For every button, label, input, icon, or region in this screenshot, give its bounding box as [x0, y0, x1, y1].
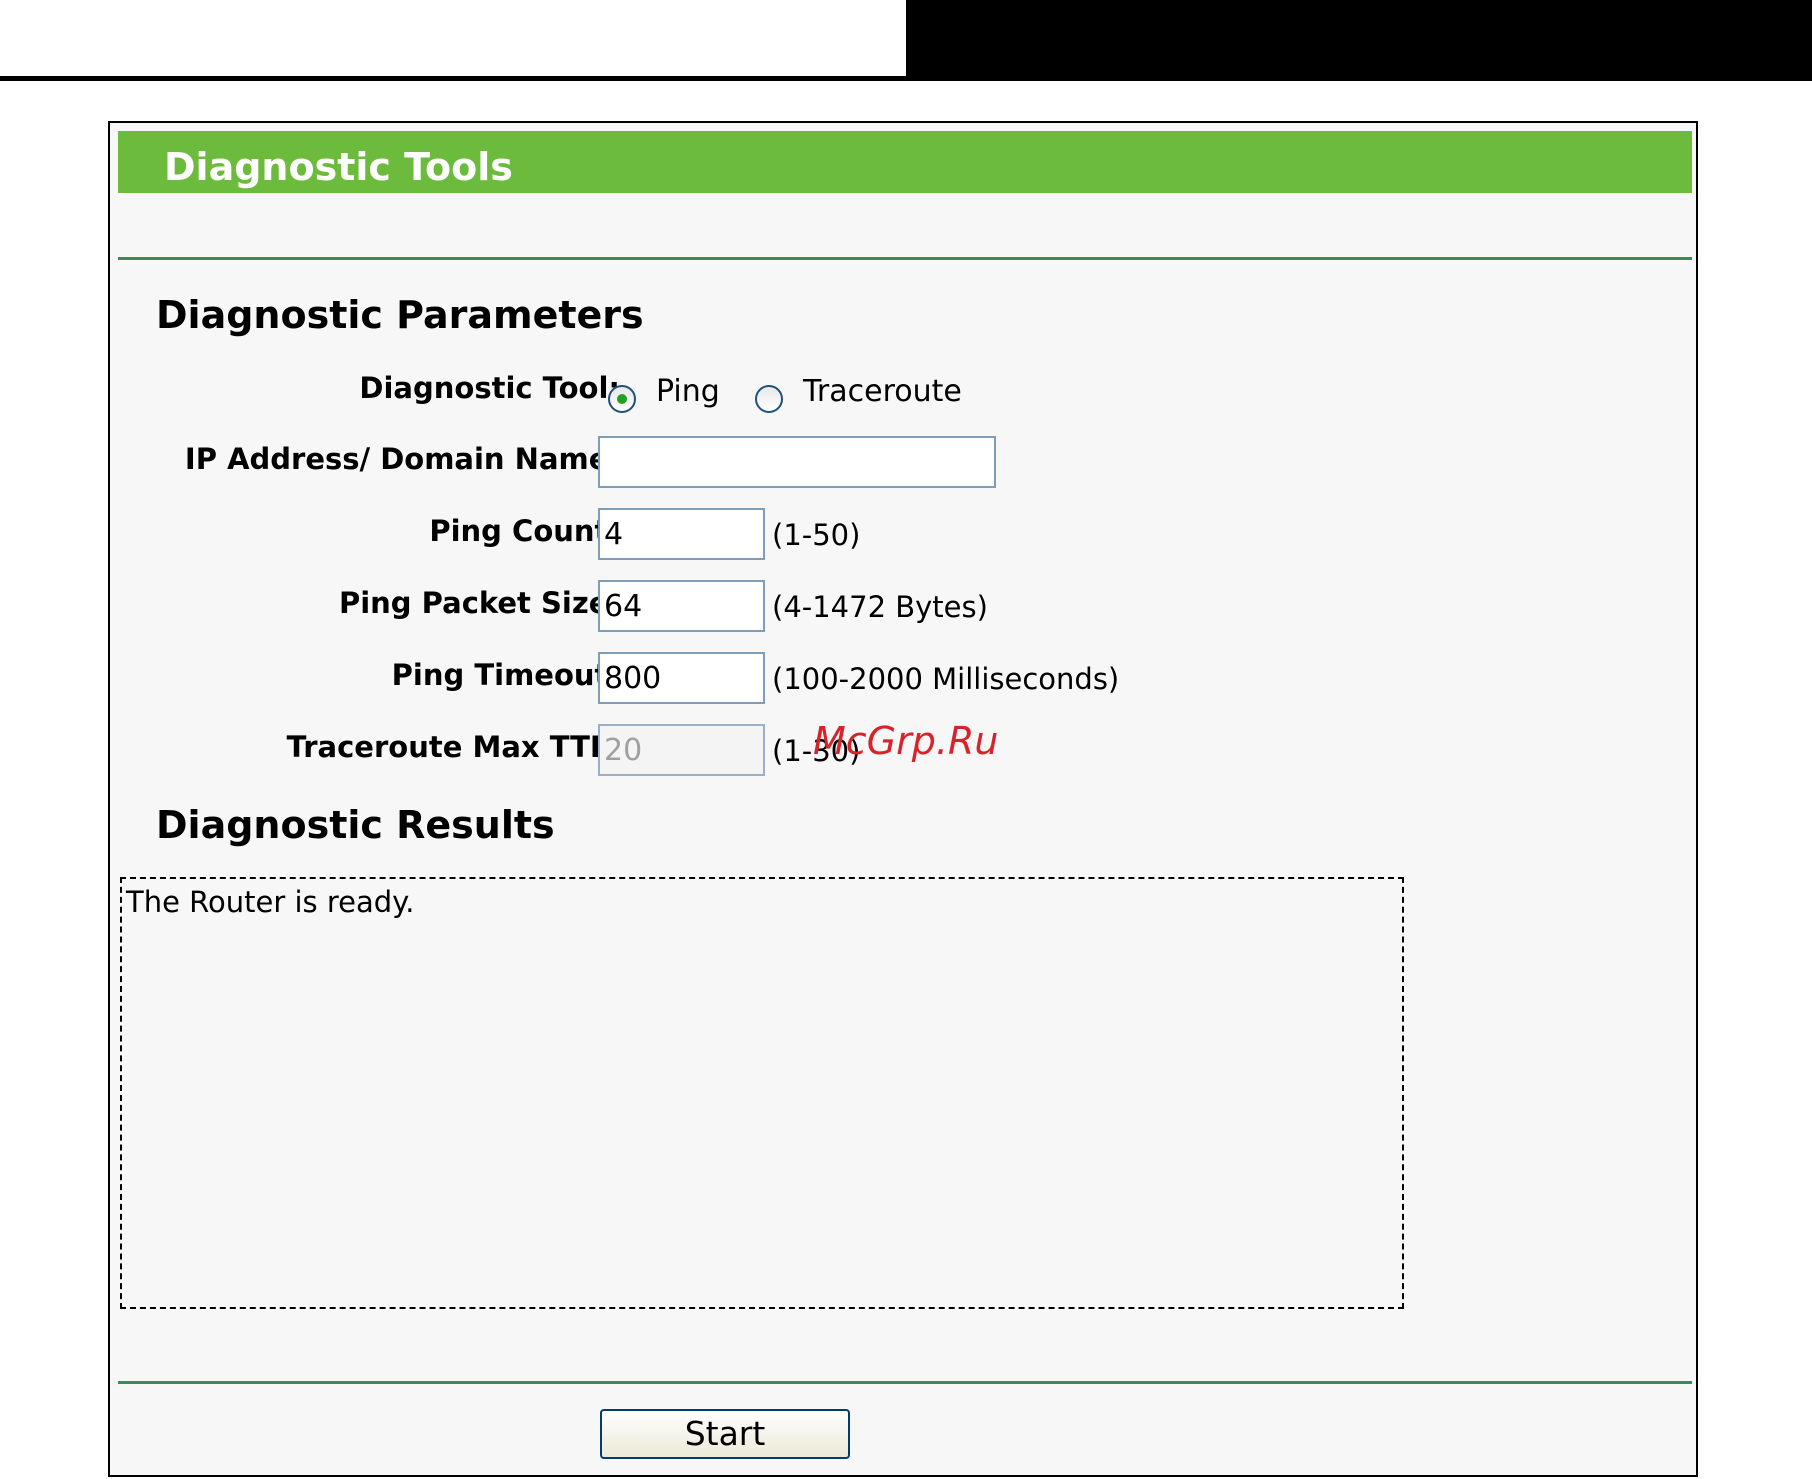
divider-top — [118, 257, 1692, 260]
ping-packet-size-hint: (4-1472 Bytes) — [772, 590, 988, 624]
results-box: The Router is ready. — [120, 877, 1404, 1309]
ping-count-label: Ping Count: — [429, 514, 620, 548]
ping-packet-size-input[interactable]: 64 — [598, 580, 765, 632]
results-text: The Router is ready. — [126, 885, 415, 919]
divider-bottom — [118, 1381, 1692, 1384]
results-heading: Diagnostic Results — [156, 803, 555, 847]
watermark-text: McGrp.Ru — [813, 719, 999, 763]
radio-selected-dot — [617, 394, 627, 404]
ping-radio[interactable] — [608, 385, 636, 413]
diagnostic-tools-panel: Diagnostic Tools Diagnostic Parameters D… — [108, 121, 1698, 1477]
traceroute-radio-label[interactable]: Traceroute — [803, 374, 962, 409]
traceroute-max-ttl-input: 20 — [598, 724, 765, 776]
ping-timeout-input[interactable]: 800 — [598, 652, 765, 704]
ping-timeout-hint: (100-2000 Milliseconds) — [772, 662, 1120, 696]
title-bar: Diagnostic Tools — [118, 131, 1692, 193]
traceroute-radio[interactable] — [755, 385, 783, 413]
parameters-heading: Diagnostic Parameters — [156, 293, 644, 337]
ping-packet-size-label: Ping Packet Size: — [338, 586, 620, 620]
header-black-block — [906, 0, 1812, 76]
ip-address-label: IP Address/ Domain Name: — [184, 442, 620, 476]
ping-radio-label[interactable]: Ping — [656, 374, 720, 409]
ping-timeout-label: Ping Timeout: — [391, 658, 620, 692]
traceroute-max-ttl-label: Traceroute Max TTL: — [286, 730, 620, 764]
start-button[interactable]: Start — [600, 1409, 850, 1459]
page-title: Diagnostic Tools — [164, 145, 513, 189]
ip-address-input[interactable] — [598, 436, 996, 488]
ping-count-hint: (1-50) — [772, 518, 861, 552]
diagnostic-tool-label: Diagnostic Tool: — [359, 371, 620, 405]
ping-count-input[interactable]: 4 — [598, 508, 765, 560]
header-rule — [0, 76, 1812, 81]
